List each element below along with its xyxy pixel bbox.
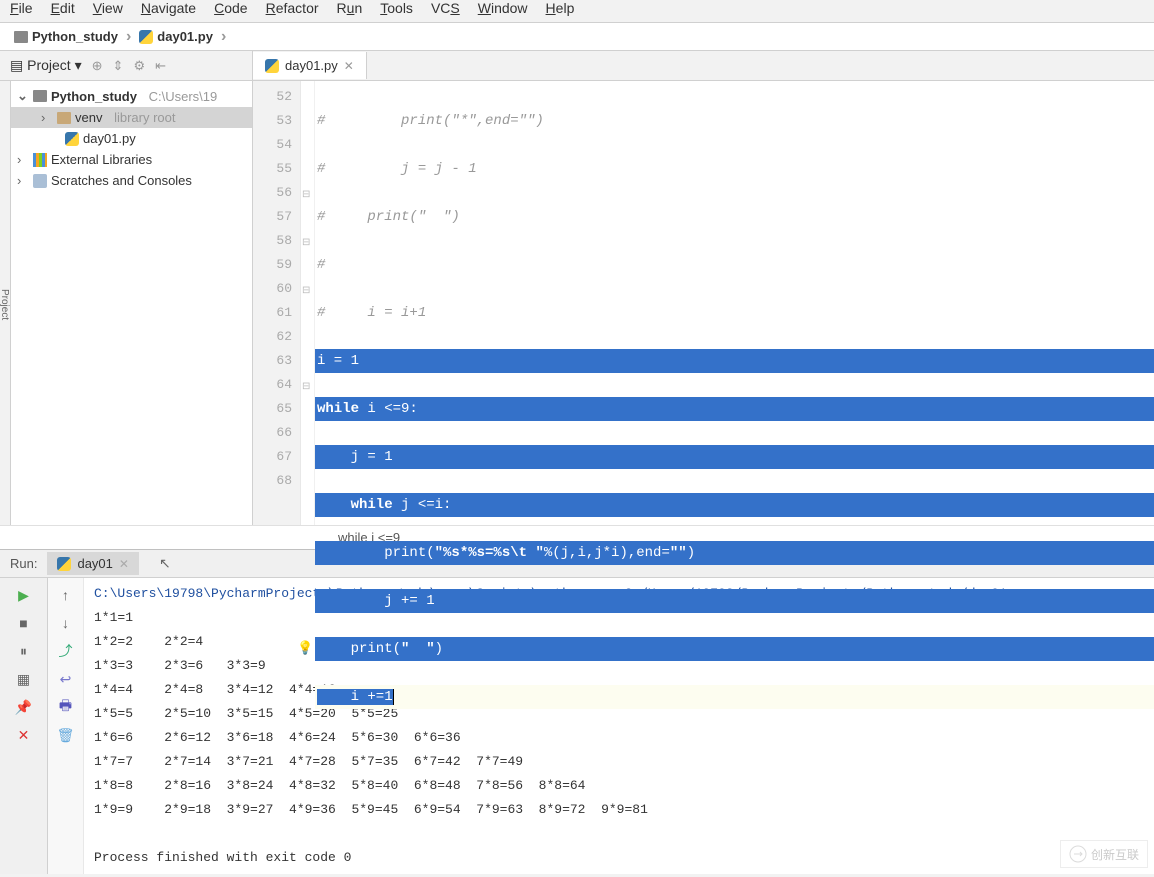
menu-file[interactable]: File: [10, 0, 33, 16]
run-tab[interactable]: day01 ✕: [47, 552, 138, 575]
gear-icon[interactable]: ⚙: [133, 58, 145, 74]
target-icon[interactable]: ⊕: [92, 58, 103, 74]
python-icon: [265, 59, 279, 73]
run-icon[interactable]: ▶: [13, 584, 35, 606]
down-icon[interactable]: ↓: [55, 612, 77, 634]
run-gutter-left: ▶ ■ ⏸ ▦ 📌 ✕: [0, 578, 48, 874]
tree-hint: library root: [114, 110, 175, 125]
export-icon[interactable]: ⤴: [55, 640, 77, 662]
hide-icon[interactable]: ⇤: [155, 58, 166, 74]
menu-navigate[interactable]: Navigate: [141, 0, 196, 16]
run-tab-label: day01: [77, 556, 112, 571]
close-icon[interactable]: ✕: [13, 724, 35, 746]
project-tools: ▤ Project ▾ ⊕ ⇕ ⚙ ⇤: [0, 51, 253, 80]
crumb-file[interactable]: day01.py: [133, 27, 219, 46]
print-icon[interactable]: 🖶: [55, 696, 77, 718]
menu-edit[interactable]: Edit: [51, 0, 75, 16]
left-toolwindow-bar[interactable]: Project: [0, 81, 11, 525]
collapse-icon[interactable]: ⇕: [113, 58, 124, 74]
run-label: Run:: [0, 550, 47, 577]
up-icon[interactable]: ↑: [55, 584, 77, 606]
folder-icon: [33, 90, 47, 102]
breadcrumb: Python_study › day01.py ›: [0, 22, 1154, 51]
python-icon: [65, 132, 79, 146]
tree-file[interactable]: day01.py: [11, 128, 252, 149]
project-tree: ⌄Python_study C:\Users\19 ›venv library …: [11, 81, 253, 525]
tree-root[interactable]: ⌄Python_study C:\Users\19: [11, 85, 252, 107]
menu-window[interactable]: Window: [478, 0, 528, 16]
tree-external[interactable]: ›External Libraries: [11, 149, 252, 170]
layout-icon[interactable]: ▦: [13, 668, 35, 690]
tree-scratch[interactable]: ›Scratches and Consoles: [11, 170, 252, 191]
tree-path: C:\Users\19: [149, 89, 218, 104]
trash-icon[interactable]: 🗑: [55, 724, 77, 746]
menubar: File Edit View Navigate Code Refactor Ru…: [0, 0, 1154, 22]
lightbulb-icon[interactable]: 💡: [297, 637, 313, 661]
python-icon: [57, 557, 71, 571]
close-icon[interactable]: ✕: [344, 59, 354, 73]
scratch-icon: [33, 174, 47, 188]
crumb-file-label: day01.py: [157, 29, 213, 44]
editor: 5253545556575859606162636465666768 ⊟ ⊟ ⊟…: [253, 81, 1154, 525]
close-icon[interactable]: ✕: [119, 557, 129, 571]
library-icon: [33, 153, 47, 167]
tree-venv[interactable]: ›venv library root: [11, 107, 252, 128]
chevron-right-icon: ›: [221, 28, 226, 46]
editor-tab[interactable]: day01.py ✕: [253, 52, 367, 79]
menu-tools[interactable]: Tools: [380, 0, 413, 16]
code-area[interactable]: # print("*",end="") # j = j - 1 # print(…: [315, 81, 1154, 525]
project-label[interactable]: ▤ Project ▾: [10, 57, 82, 74]
menu-refactor[interactable]: Refactor: [266, 0, 319, 16]
editor-tab-label: day01.py: [285, 58, 338, 73]
stop-icon[interactable]: ■: [13, 612, 35, 634]
menu-help[interactable]: Help: [546, 0, 575, 16]
pin-icon[interactable]: 📌: [13, 696, 35, 718]
cursor-icon: ↖: [159, 555, 171, 572]
python-icon: [139, 30, 153, 44]
line-gutter: 5253545556575859606162636465666768: [253, 81, 301, 525]
folder-icon: [57, 112, 71, 124]
menu-run[interactable]: Run: [337, 0, 363, 16]
menu-vcs[interactable]: VCS: [431, 0, 460, 16]
main-area: Project ⌄Python_study C:\Users\19 ›venv …: [0, 81, 1154, 525]
crumb-root[interactable]: Python_study: [8, 27, 124, 46]
run-gutter-right: ↑ ↓ ⤴ ↩ 🖶 🗑: [48, 578, 84, 874]
menu-view[interactable]: View: [93, 0, 123, 16]
chevron-right-icon: ›: [126, 28, 131, 46]
watermark: 创新互联: [1060, 840, 1148, 868]
menu-code[interactable]: Code: [214, 0, 247, 16]
pause-icon[interactable]: ⏸: [13, 640, 35, 662]
fold-column[interactable]: ⊟ ⊟ ⊟ ⊟: [301, 81, 315, 525]
wrap-icon[interactable]: ↩: [55, 668, 77, 690]
folder-icon: [14, 31, 28, 43]
crumb-root-label: Python_study: [32, 29, 118, 44]
toolbar: ▤ Project ▾ ⊕ ⇕ ⚙ ⇤ day01.py ✕: [0, 51, 1154, 81]
